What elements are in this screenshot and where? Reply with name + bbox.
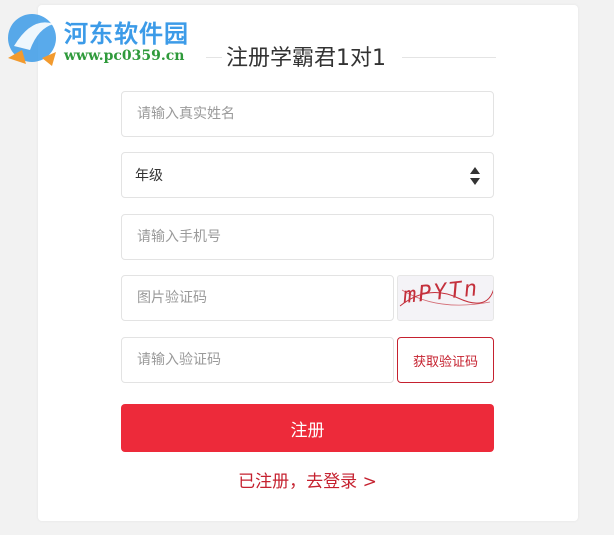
page-title: 注册学霸君1对1 <box>222 40 390 72</box>
form-title-row: 注册学霸君1对1 <box>206 40 496 74</box>
title-divider-left <box>206 57 222 58</box>
site-watermark: 河东软件园 www.pc0359.cn <box>2 6 212 68</box>
login-link[interactable]: 已注册，去登录 > <box>121 467 494 492</box>
name-field[interactable] <box>121 91 494 137</box>
watermark-logo-icon <box>8 14 56 66</box>
grade-select-value: 年级 <box>135 168 163 184</box>
title-divider-right <box>402 57 496 58</box>
watermark-site-url: www.pc0359.cn <box>64 48 185 64</box>
sms-code-input[interactable] <box>135 351 393 369</box>
sms-code-field[interactable] <box>121 337 394 383</box>
get-code-button[interactable]: 获取验证码 <box>397 337 494 383</box>
select-updown-arrows-icon <box>470 167 480 185</box>
grade-select[interactable]: 年级 <box>121 152 494 198</box>
phone-input[interactable] <box>135 228 493 246</box>
register-button[interactable]: 注册 <box>121 404 494 452</box>
name-input[interactable] <box>135 105 493 123</box>
phone-field[interactable] <box>121 214 494 260</box>
image-code-field[interactable] <box>121 275 394 321</box>
watermark-site-name: 河东软件园 <box>64 19 189 48</box>
captcha-image[interactable]: mPYTn <box>397 275 494 321</box>
image-code-input[interactable] <box>135 289 393 307</box>
